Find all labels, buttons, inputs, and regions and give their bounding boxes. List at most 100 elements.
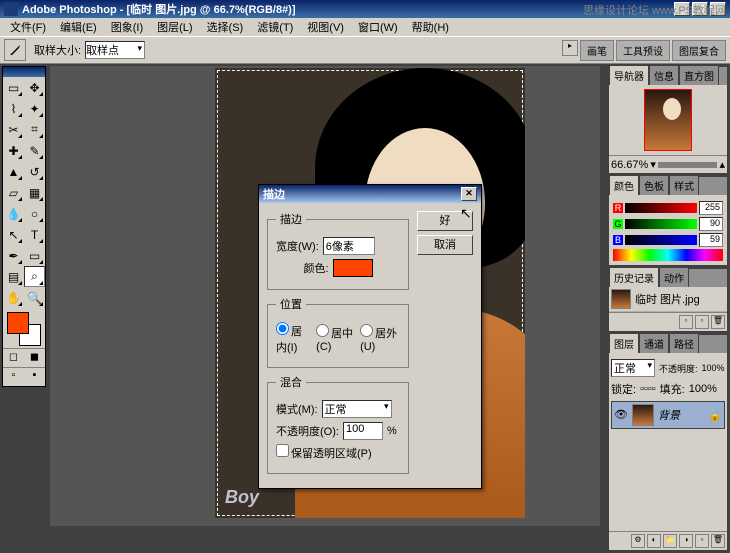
trash-icon[interactable]: 🗑 bbox=[711, 315, 725, 329]
menu-view[interactable]: 视图(V) bbox=[301, 17, 350, 37]
tool-path[interactable]: ↖ bbox=[3, 224, 24, 245]
visibility-icon[interactable]: 👁 bbox=[614, 408, 628, 422]
lock-icons[interactable]: ▫▫▫▫ bbox=[640, 383, 656, 395]
new-layer-icon[interactable]: ▫ bbox=[695, 534, 709, 548]
r-value[interactable]: 255 bbox=[699, 201, 723, 215]
tool-stamp[interactable]: ▲ bbox=[3, 161, 24, 182]
tool-gradient[interactable]: ▦ bbox=[24, 182, 45, 203]
tab-paths[interactable]: 路径 bbox=[669, 333, 699, 353]
tool-notes[interactable]: ▤ bbox=[3, 266, 24, 287]
edit-quickmask-mode[interactable]: ◼ bbox=[24, 349, 45, 367]
tool-type[interactable]: T bbox=[24, 224, 45, 245]
pos-inside-radio[interactable]: 居内(I) bbox=[276, 322, 312, 355]
new-snapshot-icon[interactable]: ▫ bbox=[695, 315, 709, 329]
sample-size-label: 取样大小: bbox=[34, 42, 81, 58]
width-input[interactable]: 6像素 bbox=[323, 237, 375, 255]
stroke-group: 描边 宽度(W): 6像素 颜色: bbox=[267, 211, 409, 290]
sample-size-select[interactable]: 取样点 bbox=[85, 41, 145, 59]
tab-styles[interactable]: 样式 bbox=[669, 175, 699, 195]
tab-brushes[interactable]: 画笔 bbox=[580, 40, 614, 61]
menu-image[interactable]: 图象(I) bbox=[105, 17, 149, 37]
fill-value[interactable]: 100% bbox=[689, 383, 717, 395]
current-tool-icon[interactable] bbox=[4, 39, 26, 61]
adjustment-icon[interactable]: ◑ bbox=[679, 534, 693, 548]
zoom-out-icon[interactable]: ▾ bbox=[650, 158, 656, 171]
tool-pen[interactable]: ✒ bbox=[3, 245, 24, 266]
toolbox-header[interactable] bbox=[3, 67, 45, 77]
g-value[interactable]: 90 bbox=[699, 217, 723, 231]
tab-layer-comps[interactable]: 图层复合 bbox=[672, 40, 726, 61]
foreground-color[interactable] bbox=[7, 312, 29, 334]
tool-shape[interactable]: ▭ bbox=[24, 245, 45, 266]
cancel-button[interactable]: 取消 bbox=[417, 235, 473, 255]
new-folder-icon[interactable]: 📁 bbox=[663, 534, 677, 548]
palette-well-toggle[interactable]: ▸ bbox=[562, 40, 578, 56]
menu-help[interactable]: 帮助(H) bbox=[406, 17, 455, 37]
history-snapshot[interactable]: 临时 图片.jpg bbox=[609, 287, 727, 312]
stroke-color-swatch[interactable] bbox=[333, 259, 373, 277]
tool-dodge[interactable]: ○ bbox=[24, 203, 45, 224]
tab-actions[interactable]: 动作 bbox=[659, 267, 689, 287]
new-doc-from-state-icon[interactable]: ▫ bbox=[679, 315, 693, 329]
menu-layer[interactable]: 图层(L) bbox=[151, 17, 198, 37]
tab-info[interactable]: 信息 bbox=[649, 65, 679, 85]
tool-healing[interactable]: ✚ bbox=[3, 140, 24, 161]
tool-marquee[interactable]: ▭ bbox=[3, 77, 24, 98]
tab-tool-presets[interactable]: 工具预设 bbox=[616, 40, 670, 61]
screen-full-menu[interactable]: ▪ bbox=[24, 368, 45, 386]
tool-hand[interactable]: ✋ bbox=[3, 287, 24, 308]
tab-layers[interactable]: 图层 bbox=[609, 333, 639, 353]
tool-slice[interactable]: ⌗ bbox=[24, 119, 45, 140]
layer-background[interactable]: 👁 背景 🔒 bbox=[611, 401, 725, 429]
tool-blur[interactable]: 💧 bbox=[3, 203, 24, 224]
layer-fx-icon[interactable]: ⚙ bbox=[631, 534, 645, 548]
tab-histogram[interactable]: 直方图 bbox=[679, 65, 719, 85]
tool-history-brush[interactable]: ↺ bbox=[24, 161, 45, 182]
layer-opacity-value[interactable]: 100% bbox=[702, 363, 725, 373]
zoom-slider[interactable] bbox=[658, 162, 718, 168]
tool-lasso[interactable]: ⌇ bbox=[3, 98, 24, 119]
tool-eyedropper[interactable]: ⌕ bbox=[24, 266, 45, 287]
tab-channels[interactable]: 通道 bbox=[639, 333, 669, 353]
tool-wand[interactable]: ✦ bbox=[24, 98, 45, 119]
tool-zoom[interactable]: 🔍 bbox=[24, 287, 45, 308]
pos-center-radio[interactable]: 居中(C) bbox=[316, 324, 356, 353]
menu-select[interactable]: 选择(S) bbox=[201, 17, 250, 37]
edit-standard-mode[interactable]: ◻ bbox=[3, 349, 24, 367]
blend-mode-select[interactable]: 正常 bbox=[322, 400, 392, 418]
screen-standard[interactable]: ▫ bbox=[3, 368, 24, 386]
ok-button[interactable]: 好 bbox=[417, 211, 473, 231]
dialog-close-button[interactable]: ✕ bbox=[461, 187, 477, 201]
tab-color[interactable]: 颜色 bbox=[609, 175, 639, 195]
r-slider[interactable] bbox=[625, 203, 697, 213]
history-thumb bbox=[611, 289, 631, 309]
color-ramp[interactable] bbox=[613, 249, 723, 261]
navigator-panel: 导航器 信息 直方图 66.67% ▾ ▴ bbox=[608, 66, 728, 174]
zoom-in-icon[interactable]: ▴ bbox=[719, 158, 725, 171]
menu-file[interactable]: 文件(F) bbox=[4, 17, 52, 37]
preserve-transparency-checkbox[interactable]: 保留透明区域(P) bbox=[276, 444, 372, 461]
layer-mask-icon[interactable]: ◐ bbox=[647, 534, 661, 548]
tool-move[interactable]: ✥ bbox=[24, 77, 45, 98]
delete-layer-icon[interactable]: 🗑 bbox=[711, 534, 725, 548]
dialog-titlebar[interactable]: 描边 ✕ bbox=[259, 185, 481, 203]
menu-window[interactable]: 窗口(W) bbox=[352, 17, 404, 37]
tab-navigator[interactable]: 导航器 bbox=[609, 65, 649, 85]
navigator-thumbnail[interactable] bbox=[644, 89, 692, 151]
tab-history[interactable]: 历史记录 bbox=[609, 267, 659, 287]
menu-edit[interactable]: 编辑(E) bbox=[54, 17, 103, 37]
b-slider[interactable] bbox=[625, 235, 697, 245]
layer-blend-mode[interactable]: 正常 bbox=[611, 359, 655, 377]
tool-crop[interactable]: ✂ bbox=[3, 119, 24, 140]
zoom-value[interactable]: 66.67% bbox=[611, 159, 648, 171]
menu-filter[interactable]: 滤镜(T) bbox=[251, 17, 299, 37]
g-slider[interactable] bbox=[625, 219, 697, 229]
history-label: 临时 图片.jpg bbox=[635, 291, 700, 307]
pos-outside-radio[interactable]: 居外(U) bbox=[360, 324, 400, 353]
tool-brush[interactable]: ✎ bbox=[24, 140, 45, 161]
tool-eraser[interactable]: ▱ bbox=[3, 182, 24, 203]
b-value[interactable]: 59 bbox=[699, 233, 723, 247]
layer-thumbnail bbox=[632, 404, 654, 426]
opacity-input[interactable]: 100 bbox=[343, 422, 383, 440]
tab-swatches[interactable]: 色板 bbox=[639, 175, 669, 195]
